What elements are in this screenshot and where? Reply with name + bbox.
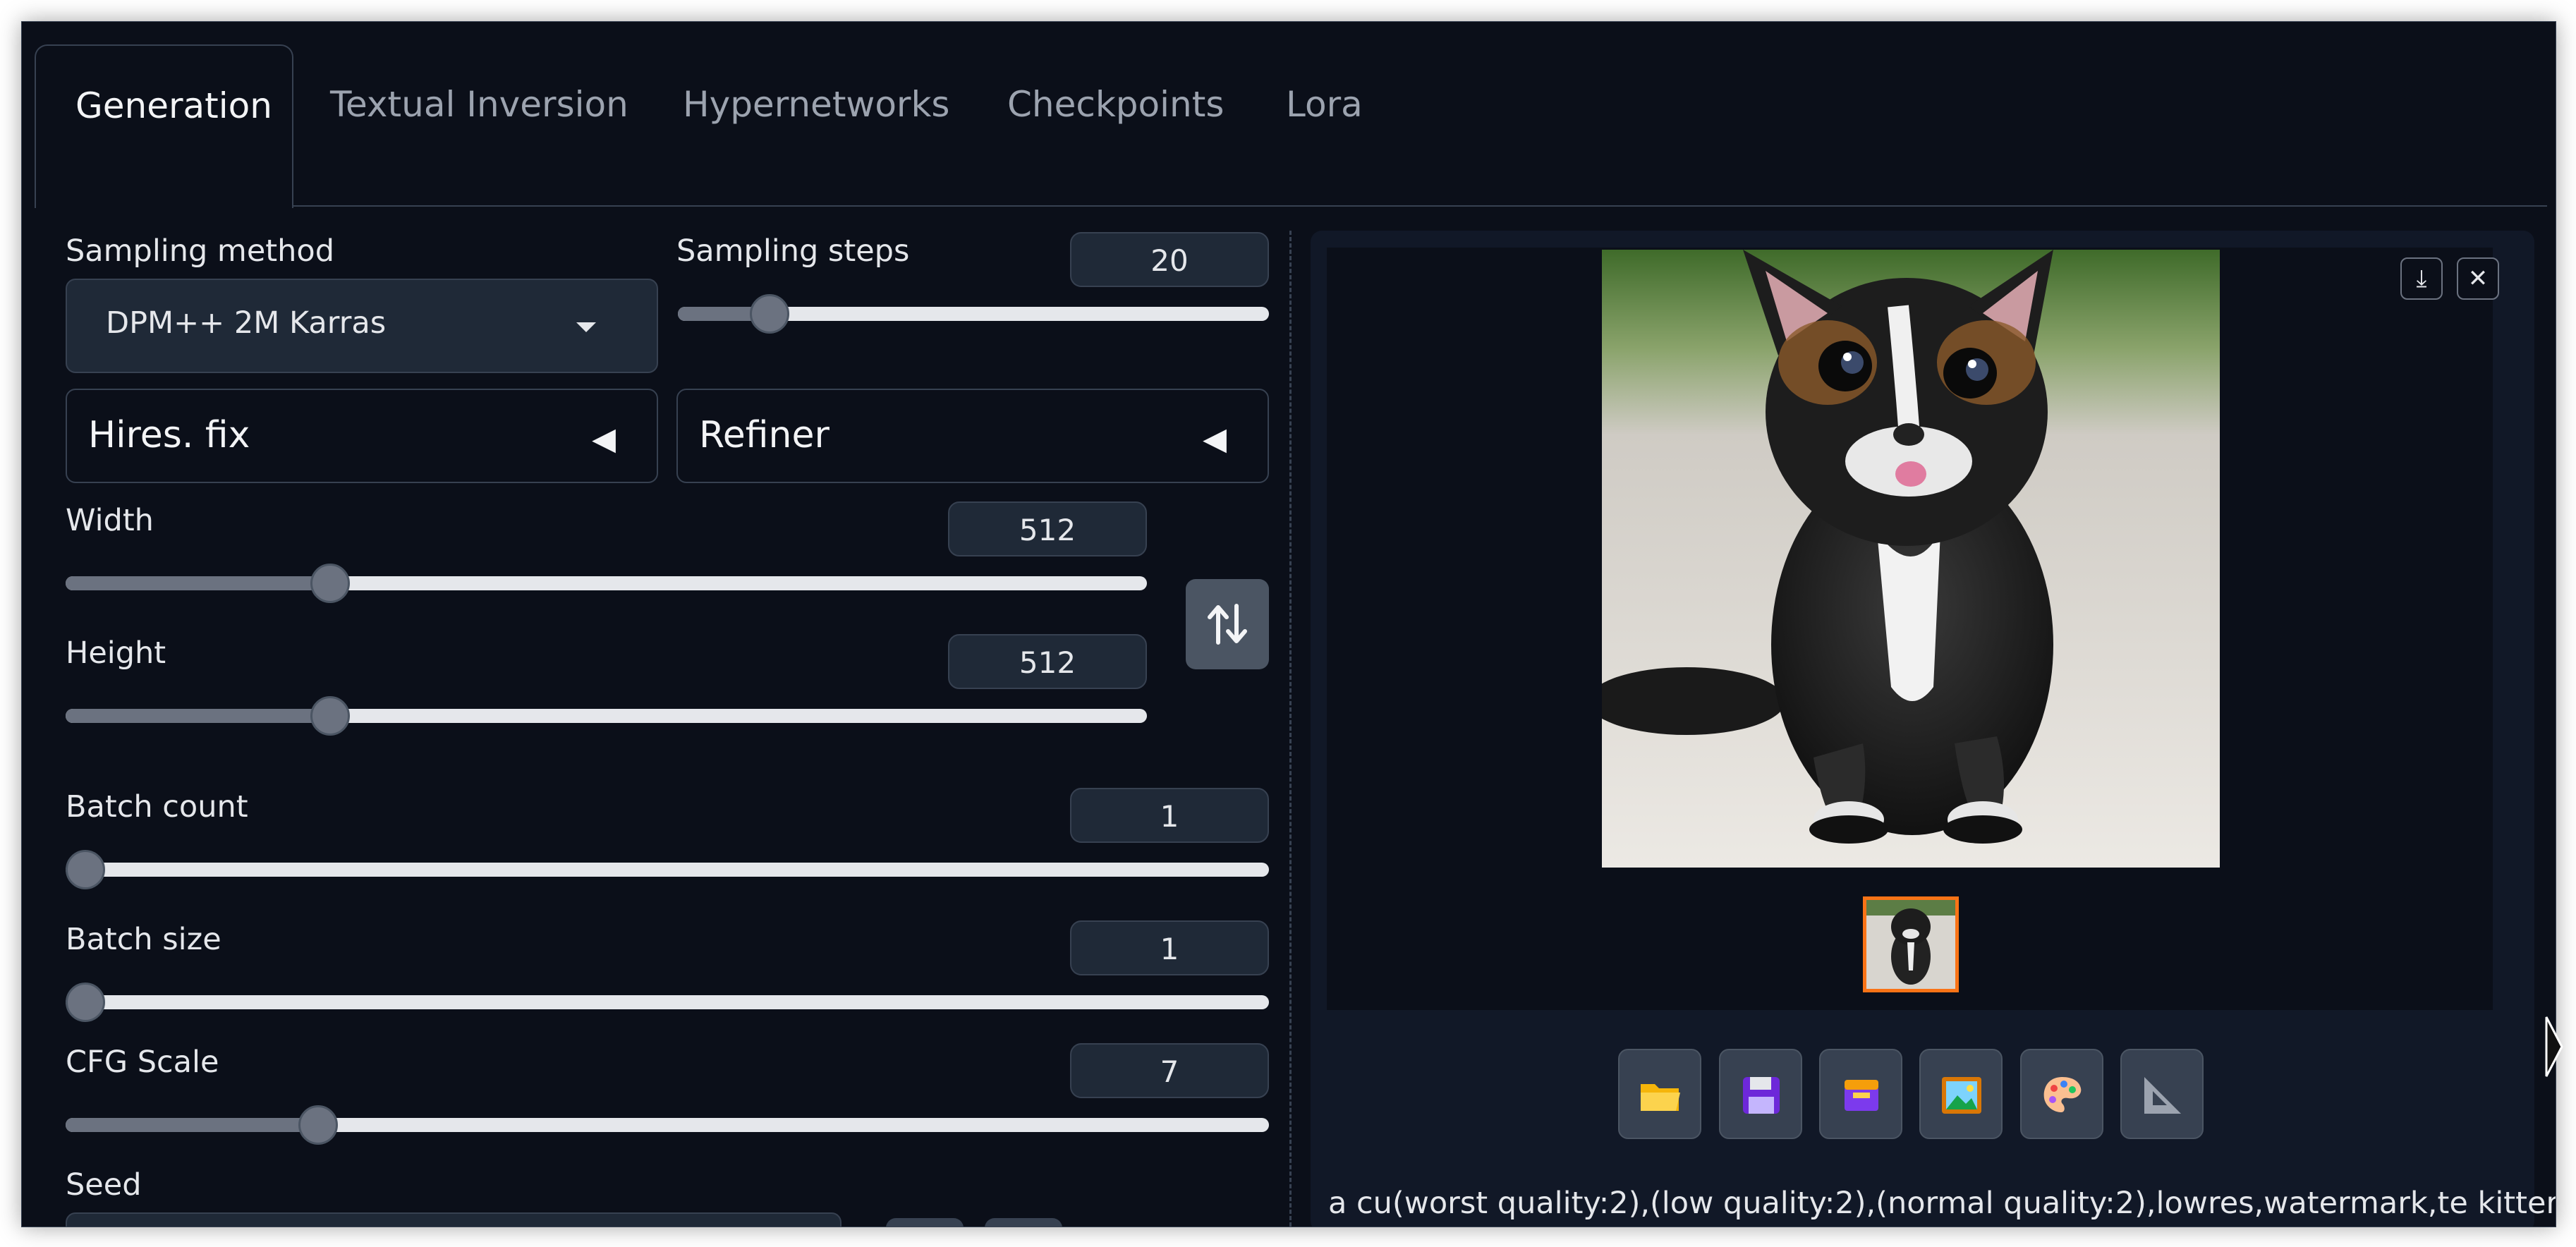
sampling-steps-label: Sampling steps <box>676 233 910 269</box>
generation-info-text: a cu(worst quality:2),(low quality:2),(n… <box>1328 1186 2556 1221</box>
slider-fill <box>66 709 331 723</box>
sampling-method-dropdown[interactable]: DPM++ 2M Karras <box>66 279 658 373</box>
swap-dimensions-button[interactable] <box>1186 579 1269 669</box>
seed-label: Seed <box>66 1167 142 1203</box>
batch-size-input[interactable]: 1 <box>1070 920 1269 975</box>
batch-size-label: Batch size <box>66 922 221 957</box>
column-divider <box>1289 231 1292 1227</box>
kitten-thumbnail-image <box>1866 900 1955 989</box>
send-to-inpaint-button[interactable] <box>2020 1049 2103 1139</box>
cfg-scale-input[interactable]: 7 <box>1070 1043 1269 1098</box>
sampling-steps-input[interactable]: 20 <box>1070 232 1269 287</box>
batch-count-input[interactable]: 1 <box>1070 788 1269 843</box>
open-folder-button[interactable] <box>1618 1049 1701 1139</box>
slider-fill <box>66 576 331 590</box>
tab-checkpoints[interactable]: Checkpoints <box>1007 82 1224 127</box>
tab-textual-inversion[interactable]: Textual Inversion <box>330 82 628 127</box>
width-input[interactable]: 512 <box>948 501 1147 556</box>
slider-fill <box>66 1118 318 1132</box>
batch-count-slider[interactable] <box>66 850 1269 889</box>
mouse-cursor-icon <box>2545 1016 2563 1077</box>
slider-thumb[interactable] <box>298 1105 338 1145</box>
tab-generation[interactable]: Generation <box>35 44 293 208</box>
generated-image-kitten[interactable] <box>1602 250 2220 868</box>
random-seed-button[interactable] <box>886 1218 964 1227</box>
zip-button[interactable] <box>1819 1049 1902 1139</box>
swap-arrows-icon <box>1208 604 1247 645</box>
save-button[interactable] <box>1719 1049 1802 1139</box>
tab-lora[interactable]: Lora <box>1286 82 1363 127</box>
cfg-scale-label: CFG Scale <box>66 1045 219 1080</box>
batch-size-slider[interactable] <box>66 983 1269 1022</box>
slider-thumb[interactable] <box>66 850 105 889</box>
batch-count-label: Batch count <box>66 789 248 825</box>
width-label: Width <box>66 503 154 538</box>
slider-thumb[interactable] <box>749 294 789 334</box>
slider-thumb[interactable] <box>310 564 351 603</box>
folder-icon <box>1641 1084 1680 1111</box>
tab-underline <box>292 205 2547 207</box>
gallery-thumbnail[interactable] <box>1863 896 1959 992</box>
send-to-extras-icon <box>2144 1077 2181 1114</box>
sampling-method-label: Sampling method <box>66 233 334 269</box>
chevron-down-icon <box>576 322 596 332</box>
refiner-accordion[interactable]: Refiner ◀ <box>676 389 1269 483</box>
kitten-image <box>1602 250 2220 868</box>
zip-icon <box>1845 1080 1878 1111</box>
height-input[interactable]: 512 <box>948 634 1147 689</box>
slider-thumb[interactable] <box>310 696 351 736</box>
close-gallery-button[interactable]: ✕ <box>2457 257 2499 300</box>
width-slider[interactable] <box>66 564 1147 603</box>
sampling-steps-slider[interactable] <box>678 294 1269 334</box>
seed-input[interactable] <box>66 1212 842 1227</box>
collapse-arrow-icon: ◀ <box>1203 421 1227 457</box>
send-to-img2img-button[interactable] <box>1919 1049 2003 1139</box>
send-to-img2img-icon <box>1942 1077 1981 1114</box>
height-slider[interactable] <box>66 696 1147 736</box>
send-to-inpaint-icon <box>2043 1077 2082 1112</box>
cfg-scale-slider[interactable] <box>66 1105 1269 1145</box>
refiner-label: Refiner <box>699 414 830 456</box>
tab-hypernetworks[interactable]: Hypernetworks <box>683 82 949 127</box>
height-label: Height <box>66 635 166 671</box>
hires-fix-label: Hires. fix <box>88 414 250 456</box>
hires-fix-accordion[interactable]: Hires. fix ◀ <box>66 389 658 483</box>
send-to-extras-button[interactable] <box>2120 1049 2204 1139</box>
download-button[interactable]: ⤓ <box>2400 257 2443 300</box>
collapse-arrow-icon: ◀ <box>592 421 616 457</box>
app-window: Generation Textual Inversion Hypernetwor… <box>21 21 2556 1227</box>
sampling-method-value: DPM++ 2M Karras <box>106 305 387 341</box>
reuse-seed-button[interactable] <box>985 1218 1062 1227</box>
tab-generation-label: Generation <box>75 85 272 126</box>
save-icon <box>1743 1077 1780 1114</box>
tab-bar: Generation Textual Inversion Hypernetwor… <box>22 22 2556 208</box>
slider-thumb[interactable] <box>66 983 105 1022</box>
